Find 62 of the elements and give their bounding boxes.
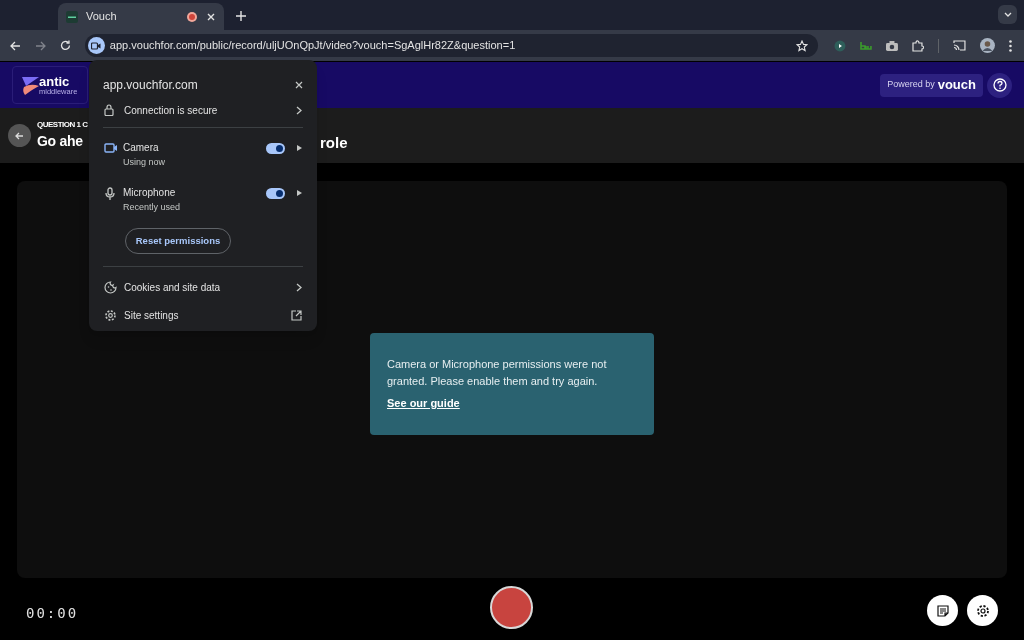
back-button[interactable]	[8, 124, 31, 147]
menu-icon[interactable]	[1009, 39, 1012, 52]
notes-icon	[936, 604, 949, 617]
question-title: role	[320, 133, 348, 153]
camera-extension-icon[interactable]	[886, 40, 899, 51]
extension-icon[interactable]	[860, 41, 873, 50]
permission-status: Using now	[123, 156, 167, 169]
popup-menu-item[interactable]: Connection is secure	[124, 102, 296, 118]
lock-icon	[104, 104, 114, 116]
star-icon[interactable]	[796, 39, 809, 52]
chevron-right-icon[interactable]	[296, 282, 302, 292]
notes-button[interactable]	[927, 595, 958, 626]
logo-text: antic	[39, 74, 71, 88]
camera-icon	[91, 41, 102, 50]
brand-text: vouch	[937, 76, 976, 95]
cookie-icon	[104, 280, 117, 294]
popup-title: app.vouchfor.com	[103, 76, 199, 94]
tab-list-button[interactable]	[998, 5, 1017, 24]
browser-tab[interactable]: Vouch	[58, 3, 224, 30]
timer-text: 00:00	[26, 604, 79, 623]
toggle-switch[interactable]	[266, 188, 285, 199]
settings-icon	[104, 308, 117, 322]
address-bar[interactable]: app.vouchfor.com/public/record/uljUOnQpJt/video?vouch=SgAglHr82Z&question=1	[84, 34, 819, 57]
back-arrow-icon	[15, 131, 24, 140]
expand-arrow-icon[interactable]	[297, 190, 302, 196]
popup-menu-item[interactable]: Cookies and site data	[124, 279, 296, 295]
notice-message: Camera or Microphone permissions were not granted. Please enable them and try again.	[387, 357, 608, 389]
camera-icon	[104, 142, 118, 154]
microphone-icon	[104, 187, 116, 201]
external-link-icon[interactable]	[291, 309, 302, 321]
expand-arrow-icon[interactable]	[297, 145, 302, 151]
settings-icon	[975, 603, 990, 618]
site-info-button[interactable]	[87, 37, 105, 54]
avatar-icon[interactable]	[980, 38, 995, 53]
back-icon[interactable]	[10, 40, 21, 51]
question-title: Go ahe	[37, 131, 83, 151]
close-icon[interactable]	[206, 11, 216, 22]
help-icon	[992, 78, 1007, 92]
reload-icon[interactable]	[59, 40, 71, 51]
cast-icon[interactable]	[953, 40, 967, 51]
settings-button[interactable]	[967, 595, 998, 626]
permission-name: Camera	[123, 141, 160, 155]
permission-name: Microphone	[123, 186, 177, 200]
powered-by-badge[interactable]: Powered by vouch	[880, 73, 983, 97]
guide-link[interactable]: See our guide	[387, 395, 460, 412]
question-label: QUESTION 1 C	[37, 119, 88, 130]
forward-icon[interactable]	[34, 40, 46, 51]
new-tab-icon[interactable]	[236, 11, 246, 21]
puzzle-icon[interactable]	[912, 39, 925, 52]
chevron-down-icon	[1003, 12, 1012, 17]
tab-title: Vouch	[86, 9, 118, 25]
popup-menu-item[interactable]: Site settings	[124, 307, 291, 323]
record-button[interactable]	[490, 586, 533, 629]
url-text: app.vouchfor.com/public/record/uljUOnQpJt/video?vouch=SgAglHr82Z&question=1	[109, 38, 517, 54]
play-extension-icon[interactable]	[834, 39, 847, 52]
toggle-switch[interactable]	[266, 143, 285, 154]
close-icon[interactable]	[295, 80, 303, 89]
powered-by-text: Powered by	[887, 78, 935, 92]
help-button[interactable]	[987, 72, 1012, 98]
chevron-right-icon[interactable]	[296, 105, 302, 115]
permission-status: Recently used	[123, 201, 182, 214]
favicon-icon	[66, 10, 78, 23]
